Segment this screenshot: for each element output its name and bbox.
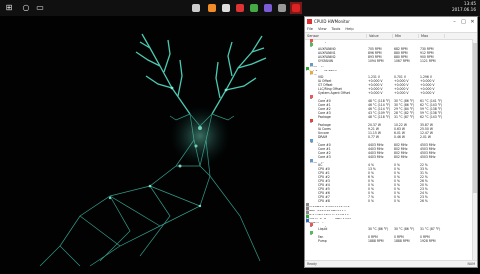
scrollbar-thumb[interactable] xyxy=(473,43,477,193)
app-icon-3[interactable] xyxy=(220,2,232,14)
taskbar: ⊞ ○ ▭ 13:45 2017.06.16 xyxy=(0,0,480,17)
menu-tools[interactable]: Tools xyxy=(332,27,341,31)
status-bar: Ready NUM xyxy=(305,260,477,267)
menu-view[interactable]: View xyxy=(318,27,327,31)
task-view-icon[interactable]: ▭ xyxy=(34,2,46,14)
app-icon-1[interactable] xyxy=(190,2,202,14)
menu-help[interactable]: Help xyxy=(345,27,353,31)
sensor-tree: TemperaturesFansAUXFANIN0705 RPM682 RPM7… xyxy=(305,39,475,260)
deer-wireframe-illustration xyxy=(39,33,267,267)
clock[interactable]: 13:45 2017.06.16 xyxy=(452,1,476,13)
minimize-button[interactable]: – xyxy=(450,19,459,25)
status-numlock: NUM xyxy=(467,262,475,266)
maximize-button[interactable]: □ xyxy=(459,19,468,25)
app-icon-7[interactable] xyxy=(276,2,288,14)
sensor-row[interactable]: Pump 1888 RPM 1888 RPM 1928 RPM xyxy=(305,239,475,243)
window-title: CPUID HWMonitor xyxy=(314,19,350,24)
app-icon-4[interactable] xyxy=(234,2,246,14)
hwmonitor-window: CPUID HWMonitor – □ ✕ File View Tools He… xyxy=(304,16,478,268)
window-titlebar[interactable]: CPUID HWMonitor – □ ✕ xyxy=(305,17,477,26)
column-value[interactable]: Value xyxy=(367,34,393,38)
column-min[interactable]: Min xyxy=(393,34,419,38)
desktop-wallpaper xyxy=(0,16,304,270)
close-button[interactable]: ✕ xyxy=(468,19,477,25)
clock-date: 2017.06.16 xyxy=(452,7,476,12)
menu-file[interactable]: File xyxy=(307,27,313,31)
sensor-label: Pump xyxy=(318,239,327,243)
sensor-min: 1888 RPM xyxy=(394,239,410,243)
sensor-max: 1928 RPM xyxy=(420,239,436,243)
sensor-name: Pump xyxy=(305,239,367,243)
app-icon-5[interactable] xyxy=(248,2,260,14)
windows-logo-icon[interactable]: ⊞ xyxy=(3,2,15,14)
app-icon xyxy=(307,19,312,24)
column-max[interactable]: Max xyxy=(419,34,445,38)
status-text: Ready xyxy=(307,262,317,266)
app-icon-6[interactable] xyxy=(262,2,274,14)
vertical-scrollbar[interactable] xyxy=(472,39,477,260)
sensor-value: 1888 RPM xyxy=(368,239,384,243)
column-sensor[interactable]: Sensor xyxy=(305,34,367,38)
search-icon[interactable]: ○ xyxy=(20,2,32,14)
app-icon-2[interactable] xyxy=(206,2,218,14)
hwinfo-app-icon[interactable] xyxy=(290,2,302,14)
